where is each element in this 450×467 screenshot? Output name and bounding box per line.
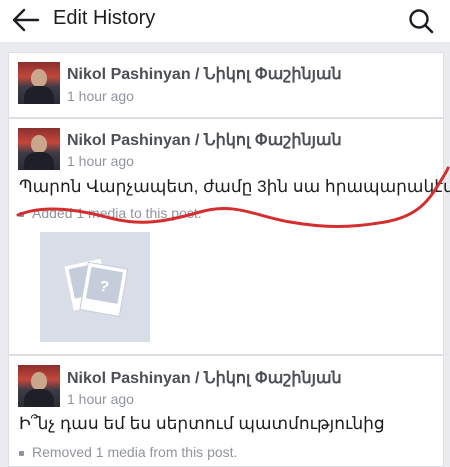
author-name[interactable]: Nikol Pashinyan / Նիկոլ Փաշինյան xyxy=(67,368,342,388)
author-name[interactable]: Nikol Pashinyan / Նիկոլ Փաշինյան xyxy=(67,130,342,150)
avatar[interactable] xyxy=(18,365,60,407)
bullet-icon xyxy=(19,211,24,217)
history-entry: Nikol Pashinyan / Նիկոլ Փաշինյան 1 hour … xyxy=(8,118,450,355)
top-bar: Edit History xyxy=(0,0,450,42)
post-text: Ի՞նչ դաս եմ ես սերտում պատմությունից xyxy=(19,414,385,433)
page-title: Edit History xyxy=(53,7,156,29)
timestamp: 1 hour ago xyxy=(67,88,134,104)
timestamp: 1 hour ago xyxy=(67,153,134,169)
history-entry: Nikol Pashinyan / Նիկոլ Փաշինյան 1 hour … xyxy=(8,52,444,118)
avatar[interactable] xyxy=(18,128,60,170)
post-text: Պարոն Վարչապետ, ժամը 3ին սա հրապարակէմ xyxy=(19,177,450,196)
history-entry: Nikol Pashinyan / Նիկոլ Փաշինյան 1 hour … xyxy=(8,355,444,467)
search-icon[interactable] xyxy=(406,6,436,36)
timestamp: 1 hour ago xyxy=(67,391,134,407)
bullet-icon xyxy=(19,450,24,456)
edit-note: Removed 1 media from this post. xyxy=(19,444,237,460)
author-name[interactable]: Nikol Pashinyan / Նիկոլ Փաշինյան xyxy=(67,64,342,84)
arrow-left-icon[interactable] xyxy=(10,6,42,34)
photo-placeholder-icon: ? xyxy=(63,257,129,318)
media-thumbnail[interactable]: ? xyxy=(40,232,150,342)
avatar[interactable] xyxy=(18,62,60,104)
edit-note: Added 1 media to this post. xyxy=(19,205,202,221)
edit-note-text: Added 1 media to this post. xyxy=(32,205,202,221)
edit-note-text: Removed 1 media from this post. xyxy=(32,444,238,460)
